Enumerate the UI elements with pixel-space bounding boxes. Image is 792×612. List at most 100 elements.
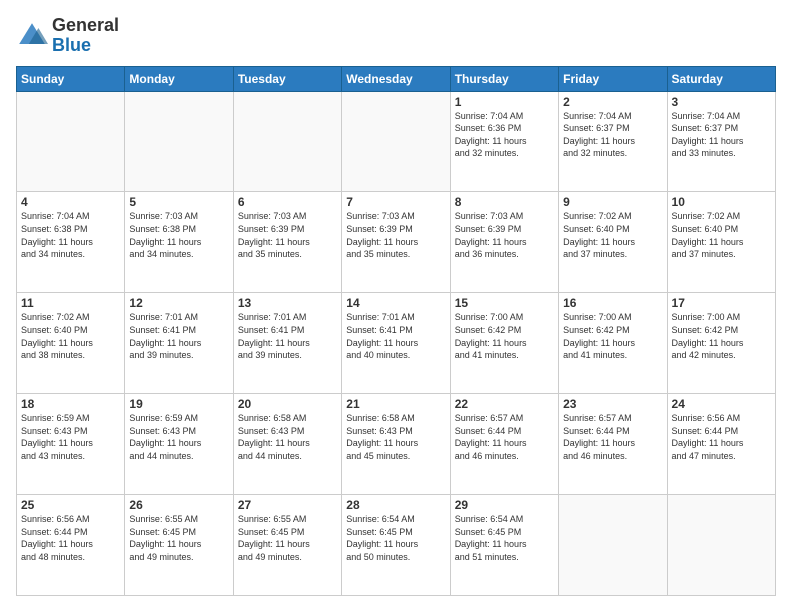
day-info: Sunrise: 6:56 AMSunset: 6:44 PMDaylight:… <box>21 513 120 563</box>
day-number: 28 <box>346 498 445 512</box>
calendar-cell: 3Sunrise: 7:04 AMSunset: 6:37 PMDaylight… <box>667 91 775 192</box>
day-info: Sunrise: 6:56 AMSunset: 6:44 PMDaylight:… <box>672 412 771 462</box>
day-info: Sunrise: 7:02 AMSunset: 6:40 PMDaylight:… <box>672 210 771 260</box>
logo-general: General <box>52 15 119 35</box>
calendar-cell: 17Sunrise: 7:00 AMSunset: 6:42 PMDayligh… <box>667 293 775 394</box>
day-number: 25 <box>21 498 120 512</box>
weekday-header-wednesday: Wednesday <box>342 66 450 91</box>
day-info: Sunrise: 7:04 AMSunset: 6:36 PMDaylight:… <box>455 110 554 160</box>
weekday-header-monday: Monday <box>125 66 233 91</box>
day-info: Sunrise: 7:00 AMSunset: 6:42 PMDaylight:… <box>563 311 662 361</box>
calendar-cell: 12Sunrise: 7:01 AMSunset: 6:41 PMDayligh… <box>125 293 233 394</box>
calendar-cell: 15Sunrise: 7:00 AMSunset: 6:42 PMDayligh… <box>450 293 558 394</box>
day-info: Sunrise: 7:02 AMSunset: 6:40 PMDaylight:… <box>563 210 662 260</box>
calendar-cell: 25Sunrise: 6:56 AMSunset: 6:44 PMDayligh… <box>17 495 125 596</box>
day-info: Sunrise: 6:55 AMSunset: 6:45 PMDaylight:… <box>238 513 337 563</box>
calendar-table: SundayMondayTuesdayWednesdayThursdayFrid… <box>16 66 776 596</box>
calendar-cell: 27Sunrise: 6:55 AMSunset: 6:45 PMDayligh… <box>233 495 341 596</box>
calendar-cell: 2Sunrise: 7:04 AMSunset: 6:37 PMDaylight… <box>559 91 667 192</box>
day-info: Sunrise: 6:54 AMSunset: 6:45 PMDaylight:… <box>346 513 445 563</box>
day-info: Sunrise: 6:55 AMSunset: 6:45 PMDaylight:… <box>129 513 228 563</box>
calendar-cell <box>559 495 667 596</box>
calendar-cell: 6Sunrise: 7:03 AMSunset: 6:39 PMDaylight… <box>233 192 341 293</box>
day-number: 9 <box>563 195 662 209</box>
calendar-cell: 20Sunrise: 6:58 AMSunset: 6:43 PMDayligh… <box>233 394 341 495</box>
week-row-4: 18Sunrise: 6:59 AMSunset: 6:43 PMDayligh… <box>17 394 776 495</box>
day-number: 3 <box>672 95 771 109</box>
day-info: Sunrise: 7:02 AMSunset: 6:40 PMDaylight:… <box>21 311 120 361</box>
day-number: 17 <box>672 296 771 310</box>
logo: General Blue <box>16 16 119 56</box>
logo-blue: Blue <box>52 35 91 55</box>
day-info: Sunrise: 6:58 AMSunset: 6:43 PMDaylight:… <box>346 412 445 462</box>
day-info: Sunrise: 6:58 AMSunset: 6:43 PMDaylight:… <box>238 412 337 462</box>
day-number: 7 <box>346 195 445 209</box>
day-number: 26 <box>129 498 228 512</box>
calendar-cell: 24Sunrise: 6:56 AMSunset: 6:44 PMDayligh… <box>667 394 775 495</box>
calendar-cell: 18Sunrise: 6:59 AMSunset: 6:43 PMDayligh… <box>17 394 125 495</box>
weekday-header-saturday: Saturday <box>667 66 775 91</box>
calendar-cell: 26Sunrise: 6:55 AMSunset: 6:45 PMDayligh… <box>125 495 233 596</box>
week-row-5: 25Sunrise: 6:56 AMSunset: 6:44 PMDayligh… <box>17 495 776 596</box>
logo-text: General Blue <box>52 16 119 56</box>
calendar-cell: 21Sunrise: 6:58 AMSunset: 6:43 PMDayligh… <box>342 394 450 495</box>
day-info: Sunrise: 6:54 AMSunset: 6:45 PMDaylight:… <box>455 513 554 563</box>
calendar-cell: 13Sunrise: 7:01 AMSunset: 6:41 PMDayligh… <box>233 293 341 394</box>
day-info: Sunrise: 7:04 AMSunset: 6:38 PMDaylight:… <box>21 210 120 260</box>
day-info: Sunrise: 7:00 AMSunset: 6:42 PMDaylight:… <box>455 311 554 361</box>
day-info: Sunrise: 7:00 AMSunset: 6:42 PMDaylight:… <box>672 311 771 361</box>
calendar-cell: 7Sunrise: 7:03 AMSunset: 6:39 PMDaylight… <box>342 192 450 293</box>
day-info: Sunrise: 7:03 AMSunset: 6:39 PMDaylight:… <box>238 210 337 260</box>
day-number: 11 <box>21 296 120 310</box>
day-number: 6 <box>238 195 337 209</box>
day-number: 14 <box>346 296 445 310</box>
day-number: 24 <box>672 397 771 411</box>
week-row-3: 11Sunrise: 7:02 AMSunset: 6:40 PMDayligh… <box>17 293 776 394</box>
day-info: Sunrise: 6:59 AMSunset: 6:43 PMDaylight:… <box>21 412 120 462</box>
day-number: 4 <box>21 195 120 209</box>
day-number: 18 <box>21 397 120 411</box>
page: General Blue SundayMondayTuesdayWednesda… <box>0 0 792 612</box>
day-number: 5 <box>129 195 228 209</box>
day-number: 1 <box>455 95 554 109</box>
day-info: Sunrise: 6:59 AMSunset: 6:43 PMDaylight:… <box>129 412 228 462</box>
week-row-2: 4Sunrise: 7:04 AMSunset: 6:38 PMDaylight… <box>17 192 776 293</box>
day-info: Sunrise: 7:04 AMSunset: 6:37 PMDaylight:… <box>672 110 771 160</box>
day-number: 23 <box>563 397 662 411</box>
day-info: Sunrise: 6:57 AMSunset: 6:44 PMDaylight:… <box>563 412 662 462</box>
calendar-cell <box>667 495 775 596</box>
day-number: 19 <box>129 397 228 411</box>
calendar-cell: 28Sunrise: 6:54 AMSunset: 6:45 PMDayligh… <box>342 495 450 596</box>
day-number: 15 <box>455 296 554 310</box>
day-number: 10 <box>672 195 771 209</box>
calendar-cell <box>342 91 450 192</box>
weekday-header-tuesday: Tuesday <box>233 66 341 91</box>
day-number: 21 <box>346 397 445 411</box>
calendar-cell <box>17 91 125 192</box>
calendar-cell: 22Sunrise: 6:57 AMSunset: 6:44 PMDayligh… <box>450 394 558 495</box>
calendar-cell: 1Sunrise: 7:04 AMSunset: 6:36 PMDaylight… <box>450 91 558 192</box>
day-info: Sunrise: 7:01 AMSunset: 6:41 PMDaylight:… <box>346 311 445 361</box>
day-info: Sunrise: 7:01 AMSunset: 6:41 PMDaylight:… <box>129 311 228 361</box>
calendar-cell: 5Sunrise: 7:03 AMSunset: 6:38 PMDaylight… <box>125 192 233 293</box>
day-info: Sunrise: 7:03 AMSunset: 6:39 PMDaylight:… <box>455 210 554 260</box>
calendar-cell <box>125 91 233 192</box>
day-info: Sunrise: 7:01 AMSunset: 6:41 PMDaylight:… <box>238 311 337 361</box>
calendar-cell: 10Sunrise: 7:02 AMSunset: 6:40 PMDayligh… <box>667 192 775 293</box>
day-number: 13 <box>238 296 337 310</box>
calendar-cell <box>233 91 341 192</box>
day-number: 22 <box>455 397 554 411</box>
day-number: 29 <box>455 498 554 512</box>
weekday-header-friday: Friday <box>559 66 667 91</box>
calendar-cell: 11Sunrise: 7:02 AMSunset: 6:40 PMDayligh… <box>17 293 125 394</box>
day-number: 20 <box>238 397 337 411</box>
calendar-cell: 19Sunrise: 6:59 AMSunset: 6:43 PMDayligh… <box>125 394 233 495</box>
day-info: Sunrise: 7:03 AMSunset: 6:38 PMDaylight:… <box>129 210 228 260</box>
calendar-cell: 23Sunrise: 6:57 AMSunset: 6:44 PMDayligh… <box>559 394 667 495</box>
day-info: Sunrise: 7:03 AMSunset: 6:39 PMDaylight:… <box>346 210 445 260</box>
weekday-header-thursday: Thursday <box>450 66 558 91</box>
day-number: 8 <box>455 195 554 209</box>
calendar-cell: 14Sunrise: 7:01 AMSunset: 6:41 PMDayligh… <box>342 293 450 394</box>
calendar-cell: 16Sunrise: 7:00 AMSunset: 6:42 PMDayligh… <box>559 293 667 394</box>
calendar-cell: 4Sunrise: 7:04 AMSunset: 6:38 PMDaylight… <box>17 192 125 293</box>
